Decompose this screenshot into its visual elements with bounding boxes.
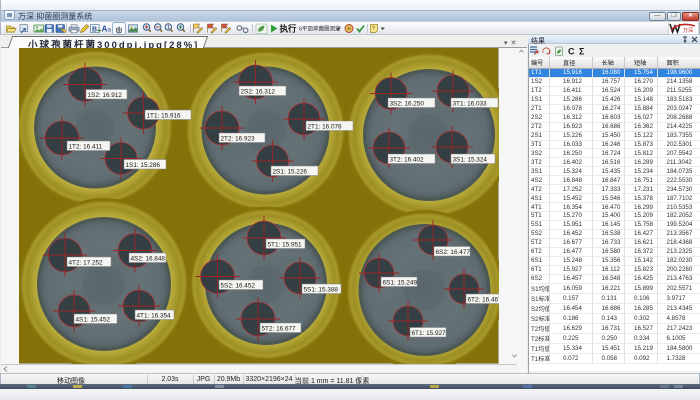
svg-text:执行: 执行 xyxy=(280,24,298,34)
svg-text:3S1: 15.324: 3S1: 15.324 xyxy=(453,156,488,163)
svg-text:6S2: 16.477: 6S2: 16.477 xyxy=(436,249,471,256)
svg-text:3S2: 16.250: 3S2: 16.250 xyxy=(390,100,425,107)
svg-text:5S2: 16.452: 5S2: 16.452 xyxy=(221,282,256,289)
svg-text:1T2: 16.411: 1T2: 16.411 xyxy=(69,143,103,150)
svg-text:6平皿抑菌圈测定: 6平皿抑菌圈测定 xyxy=(299,25,341,33)
svg-text:1S1: 15.286: 1S1: 15.286 xyxy=(126,162,161,169)
svg-text:B: B xyxy=(92,26,97,33)
svg-text:3T2: 16.402: 3T2: 16.402 xyxy=(390,156,425,163)
svg-text:C: C xyxy=(568,47,575,57)
svg-text:?: ? xyxy=(372,26,375,32)
svg-text:3T1: 16.033: 3T1: 16.033 xyxy=(453,100,488,107)
svg-text:1: 1 xyxy=(167,25,170,31)
svg-text:6T2: 16.467: 6T2: 16.467 xyxy=(468,296,500,303)
svg-text:2S1: 15.226: 2S1: 15.226 xyxy=(273,168,308,175)
svg-text:4S2: 16.848: 4S2: 16.848 xyxy=(131,255,166,262)
svg-text:6T1: 15.927: 6T1: 15.927 xyxy=(412,330,447,337)
svg-text:2T1: 16.078: 2T1: 16.078 xyxy=(308,123,343,130)
svg-text:5T1: 15.951: 5T1: 15.951 xyxy=(268,241,303,248)
svg-text:2T2: 16.923: 2T2: 16.923 xyxy=(221,135,256,142)
svg-text:2S2: 16.312: 2S2: 16.312 xyxy=(241,88,276,95)
svg-text:Σ: Σ xyxy=(579,47,585,57)
svg-text:1S2: 16.912: 1S2: 16.912 xyxy=(88,92,123,99)
svg-text:4S1: 15.452: 4S1: 15.452 xyxy=(76,316,111,323)
svg-text:万深: 万深 xyxy=(683,27,693,34)
svg-text:4T1: 16.354: 4T1: 16.354 xyxy=(137,312,172,319)
svg-text:4T2: 17.252: 4T2: 17.252 xyxy=(69,259,104,266)
svg-text:5T2: 16.677: 5T2: 16.677 xyxy=(262,325,297,332)
svg-text:5S1: 15.388: 5S1: 15.388 xyxy=(304,286,339,293)
svg-text:6S1: 15.249: 6S1: 15.249 xyxy=(383,279,418,286)
svg-text:1T1: 15.916: 1T1: 15.916 xyxy=(147,112,182,119)
svg-text:a: a xyxy=(108,28,112,34)
